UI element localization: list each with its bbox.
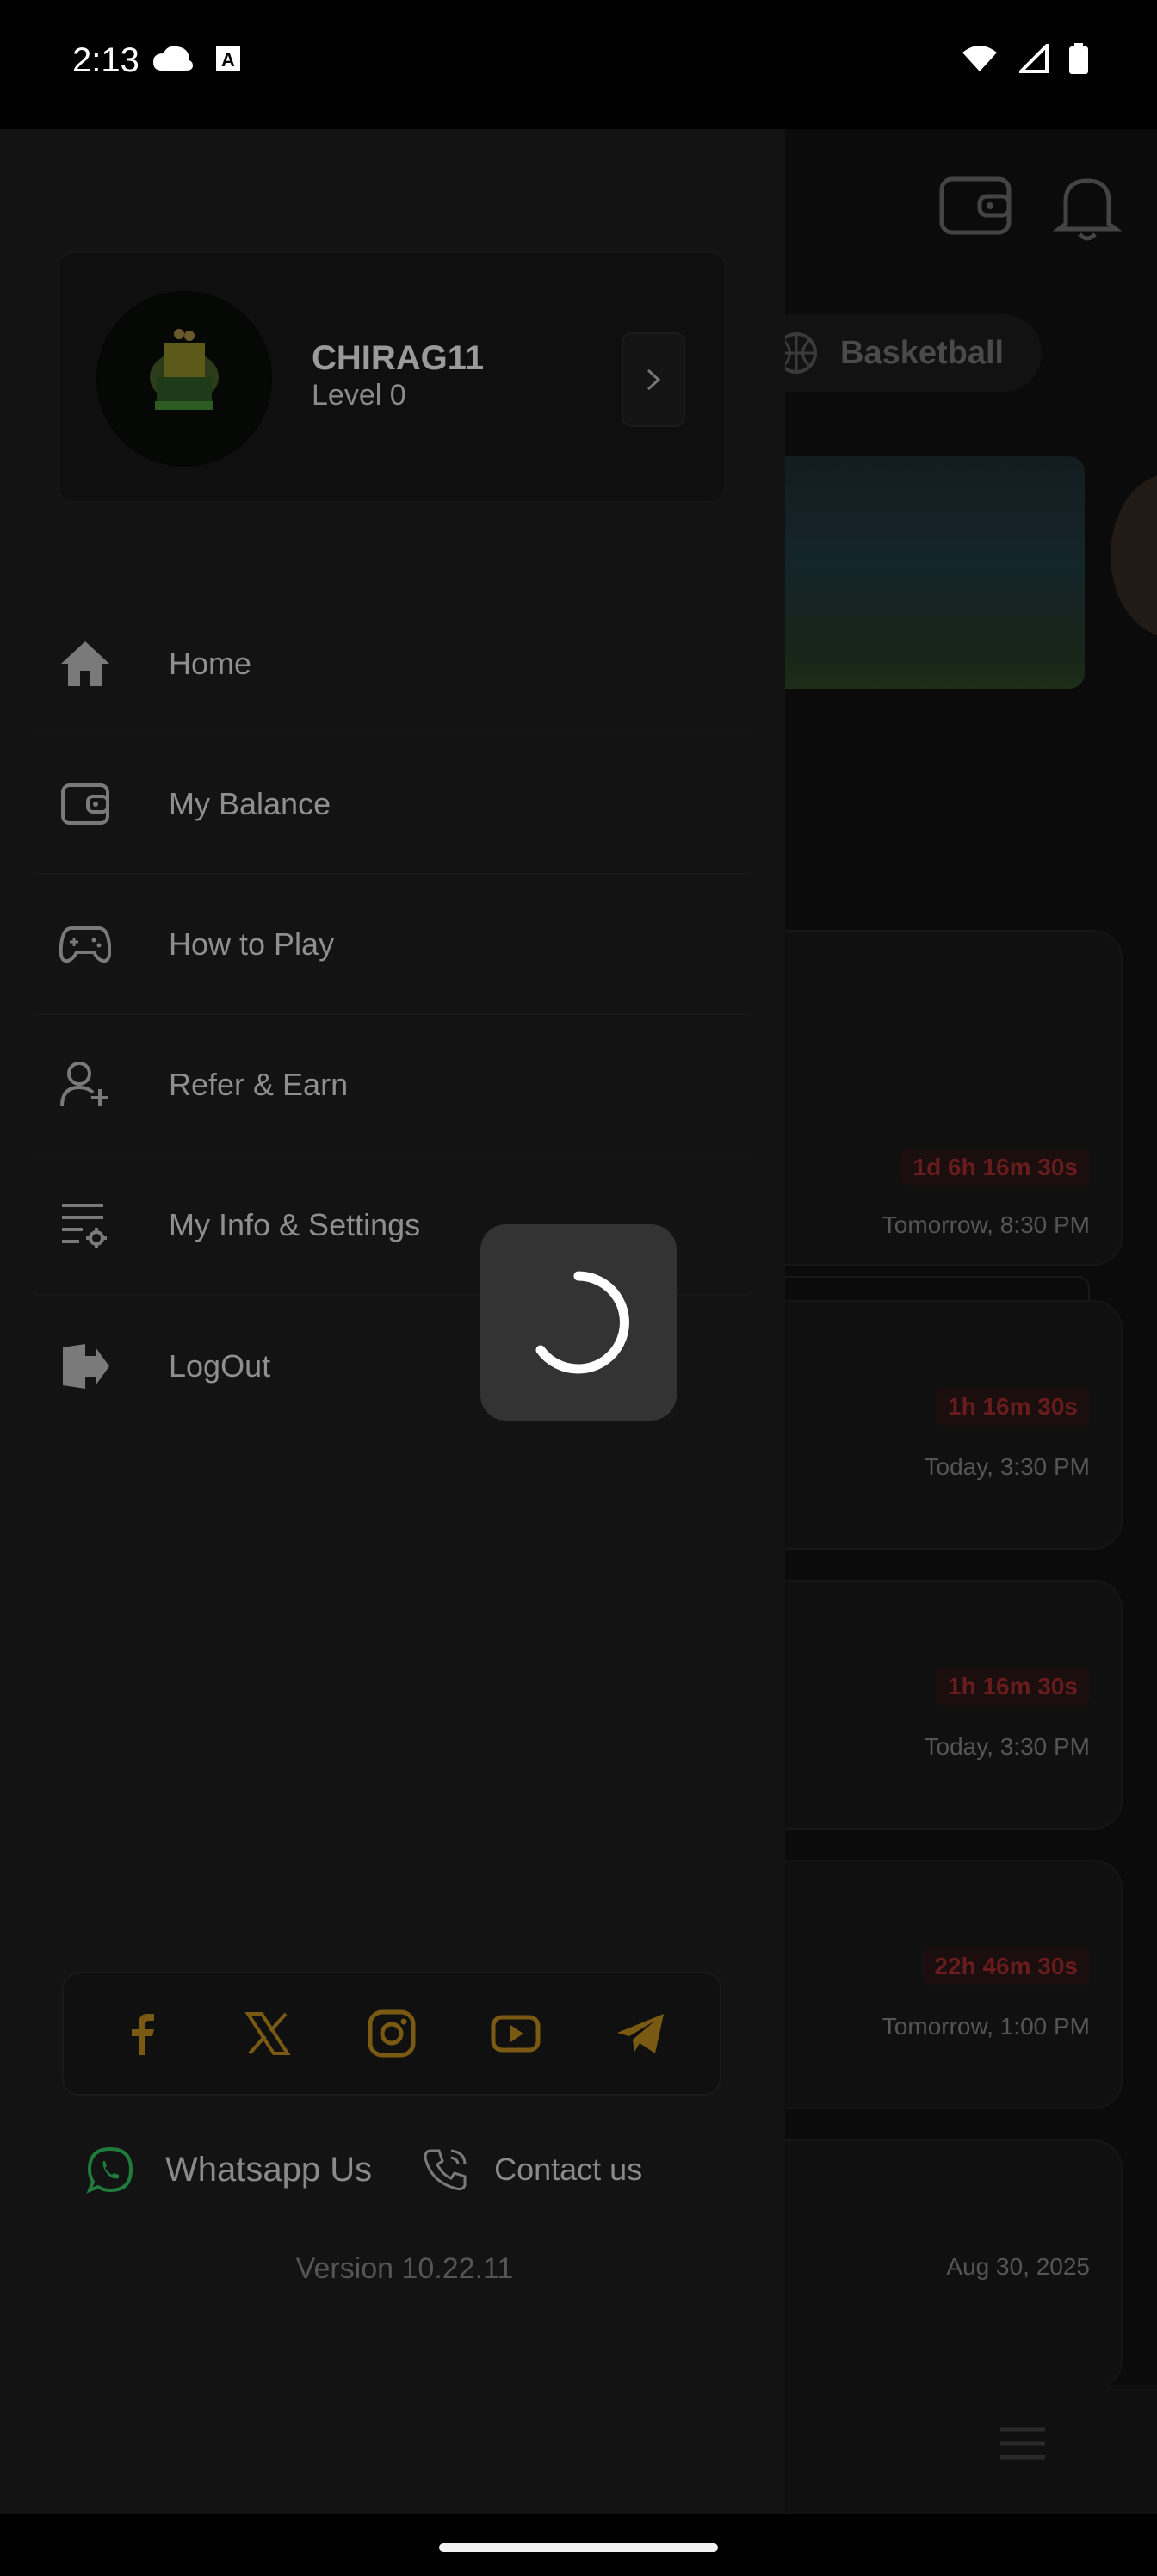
loading-spinner [480, 1224, 677, 1421]
battery-icon [1069, 43, 1088, 74]
profile-username: CHIRAG11 [312, 339, 485, 377]
chevron-right-icon [647, 368, 661, 391]
menu-item-label: How to Play [169, 926, 335, 962]
profile-open-button[interactable] [622, 332, 685, 427]
match-date: Today, 3:30 PM [924, 1733, 1090, 1760]
telegram-icon[interactable] [616, 2009, 665, 2059]
status-right-icons [961, 43, 1088, 74]
wifi-icon [962, 46, 997, 71]
home-gesture-handle[interactable] [439, 2543, 718, 2552]
a-icon: A [216, 46, 240, 71]
profile-card[interactable]: CHIRAG11 Level 0 [57, 251, 727, 503]
match-timer: 1d 6h 16m 30s [900, 1149, 1090, 1186]
promo-banner[interactable] [758, 456, 1085, 689]
avatar-image-icon [98, 293, 270, 465]
cloud-icon [153, 46, 193, 71]
signal-icon [1019, 44, 1049, 73]
menu-item-how-to-play[interactable]: How to Play [34, 875, 749, 1015]
settings-list-icon [55, 1195, 115, 1255]
phone-icon[interactable] [422, 2146, 470, 2194]
status-bar: 2:13 A [0, 0, 1157, 129]
basketball-image [1111, 474, 1157, 637]
match-date: Tomorrow, 1:00 PM [882, 2013, 1090, 2040]
menu-icon[interactable] [999, 2426, 1047, 2461]
app-version: Version 10.22.11 [295, 2252, 514, 2285]
wallet-icon[interactable] [937, 167, 1014, 245]
logout-icon [55, 1336, 115, 1396]
match-timer: 22h 46m 30s [922, 1947, 1090, 1985]
match-card[interactable]: 1h 16m 30s Today, 3:30 PM [740, 1300, 1123, 1550]
avatar [96, 291, 272, 467]
svg-text:A: A [221, 49, 235, 71]
profile-level: Level 0 [312, 379, 406, 412]
match-card[interactable]: 1h 16m 30s Today, 3:30 PM [740, 1580, 1123, 1830]
match-card[interactable]: 22h 46m 30s Tomorrow, 1:00 PM [740, 1860, 1123, 2109]
match-timer: 1h 16m 30s [936, 1668, 1090, 1706]
menu-item-home[interactable]: Home [34, 594, 749, 734]
home-icon [55, 634, 115, 694]
contact-row: Whatsapp Us Contact us [86, 2135, 740, 2204]
menu-item-label: My Info & Settings [169, 1206, 421, 1242]
menu-item-label: LogOut [169, 1347, 271, 1384]
gamepad-icon [55, 914, 115, 975]
match-timer: 1h 16m 30s [936, 1388, 1090, 1426]
whatsapp-icon[interactable] [86, 2146, 134, 2194]
tab-basketball[interactable]: Basketball [749, 314, 1042, 392]
contact-us-link[interactable]: Contact us [494, 2152, 642, 2188]
wallet-icon [55, 774, 115, 834]
match-date: Aug 30, 2025 [946, 2253, 1090, 2280]
whatsapp-link[interactable]: Whatsapp Us [165, 2151, 372, 2189]
top-actions [937, 167, 1126, 245]
social-links [62, 1972, 721, 2096]
menu-item-label: Home [169, 645, 252, 681]
user-plus-icon [55, 1055, 115, 1115]
match-date: Tomorrow, 8:30 PM [882, 1211, 1090, 1238]
facebook-icon[interactable] [118, 2009, 168, 2059]
match-date: Today, 3:30 PM [924, 1453, 1090, 1480]
status-left-icons: A [152, 43, 241, 74]
menu-item-label: My Balance [169, 785, 331, 821]
menu-item-label: Refer & Earn [169, 1066, 349, 1102]
system-nav-bar [0, 2514, 1157, 2576]
menu-item-my-balance[interactable]: My Balance [34, 734, 749, 875]
spinner-icon [535, 1271, 629, 1374]
instagram-icon[interactable] [367, 2009, 417, 2059]
tab-basketball-label: Basketball [840, 334, 1005, 371]
youtube-icon[interactable] [491, 2009, 541, 2059]
x-twitter-icon[interactable] [243, 2009, 293, 2059]
match-card[interactable]: 1d 6h 16m 30s Tomorrow, 8:30 PM [740, 930, 1123, 1362]
bell-icon[interactable] [1049, 167, 1126, 245]
status-time: 2:13 [72, 41, 139, 79]
menu-item-refer-earn[interactable]: Refer & Earn [34, 1015, 749, 1155]
